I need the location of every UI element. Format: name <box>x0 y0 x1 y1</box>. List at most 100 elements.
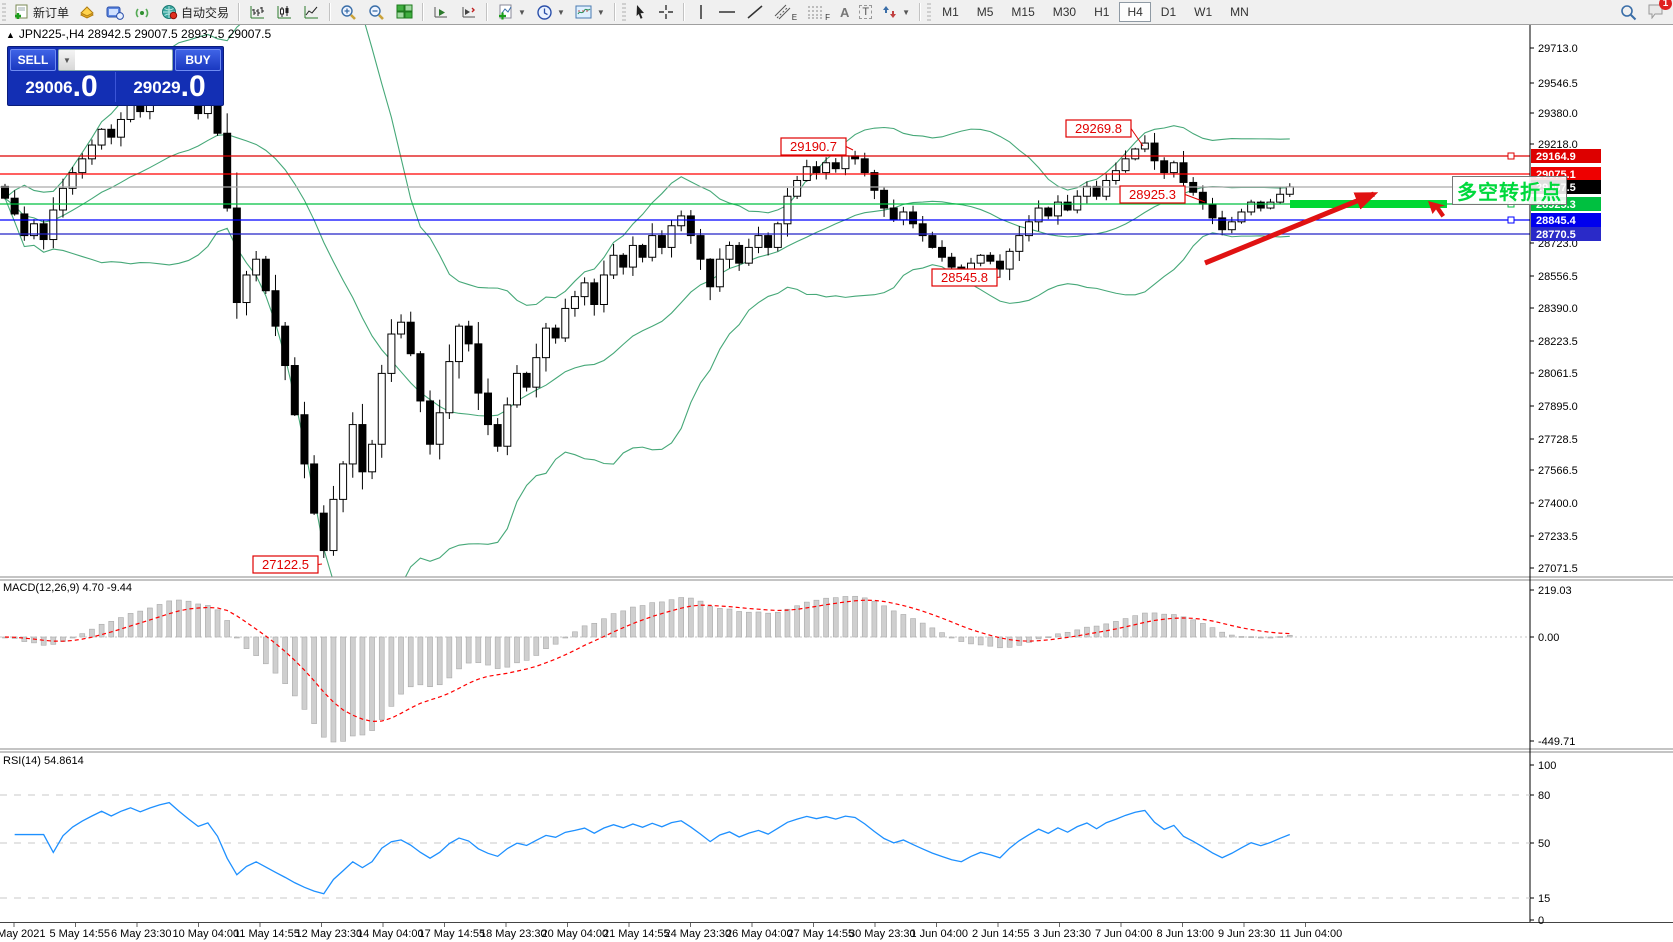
green-zone-bar[interactable] <box>1290 200 1447 208</box>
tile-windows-icon <box>396 4 413 20</box>
svg-text:28061.5: 28061.5 <box>1538 368 1578 380</box>
svg-text:15: 15 <box>1538 893 1550 905</box>
svg-text:18 May 23:30: 18 May 23:30 <box>480 928 547 940</box>
toolbar-grip <box>622 3 626 21</box>
svg-text:21 May 14:55: 21 May 14:55 <box>603 928 670 940</box>
cursor-tool-button[interactable] <box>628 0 653 24</box>
symbol-collapse-icon[interactable]: ▲ <box>6 30 15 40</box>
toolbar-separator <box>329 3 331 21</box>
svg-text:28845.4: 28845.4 <box>1536 215 1577 227</box>
text-tool-letter: A <box>840 5 849 20</box>
svg-text:100: 100 <box>1538 760 1556 772</box>
toolbar-right-icons: 1 <box>1620 3 1665 22</box>
timeframe-M1[interactable]: M1 <box>934 2 967 22</box>
arrows-tool-icon <box>882 4 898 20</box>
market-watch-icon <box>79 5 96 20</box>
bar-chart-button[interactable] <box>244 0 271 24</box>
buy-price[interactable]: 29029.0 <box>116 72 223 102</box>
svg-text:27895.0: 27895.0 <box>1538 401 1578 413</box>
svg-text:27 May 14:55: 27 May 14:55 <box>788 928 855 940</box>
chart-shift-button[interactable] <box>455 0 482 24</box>
periods-dropdown-arrow: ▼ <box>557 8 565 17</box>
templates-icon <box>575 4 593 20</box>
svg-text:4 May 2021: 4 May 2021 <box>0 928 45 940</box>
timeframe-M5[interactable]: M5 <box>969 2 1002 22</box>
auto-scroll-button[interactable] <box>428 0 455 24</box>
timeframe-MN[interactable]: MN <box>1222 2 1257 22</box>
svg-text:0: 0 <box>1538 915 1544 927</box>
market-watch-button[interactable] <box>74 0 101 24</box>
terminal-button[interactable] <box>101 0 129 24</box>
arrows-tool-button[interactable]: ▼ <box>877 0 915 24</box>
volume-stepper: ▼ ▲ <box>58 49 173 71</box>
timeframe-D1[interactable]: D1 <box>1153 2 1184 22</box>
tile-windows-button[interactable] <box>391 0 418 24</box>
sell-price[interactable]: 29006.0 <box>8 72 116 102</box>
svg-text:20 May 04:00: 20 May 04:00 <box>542 928 609 940</box>
main-toolbar: 新订单 <box>0 0 1673 25</box>
timeframe-H4[interactable]: H4 <box>1119 2 1150 22</box>
toolbar-grip <box>927 3 931 21</box>
line-chart-icon <box>303 4 320 20</box>
equidistant-channel-tool-button[interactable]: E <box>769 0 802 24</box>
svg-text:27566.5: 27566.5 <box>1538 465 1578 477</box>
toolbar-separator <box>238 3 240 21</box>
indicators-icon <box>497 4 514 21</box>
zoom-out-icon <box>368 4 386 21</box>
toolbar-separator <box>919 3 921 21</box>
time-axis[interactable]: 4 May 20215 May 14:556 May 23:3010 May 0… <box>0 923 1342 940</box>
horizontal-line-tool-button[interactable] <box>713 0 741 24</box>
search-icon[interactable] <box>1620 4 1637 21</box>
sell-button[interactable]: SELL <box>10 49 56 71</box>
indicators-button[interactable]: ▼ <box>492 0 531 24</box>
zoom-in-button[interactable] <box>335 0 363 24</box>
new-order-button[interactable]: 新订单 <box>8 0 74 24</box>
horizontal-line-icon <box>718 4 736 20</box>
svg-text:5 May 14:55: 5 May 14:55 <box>50 928 111 940</box>
timeframe-H1[interactable]: H1 <box>1086 2 1117 22</box>
text-label-letter: T <box>859 5 872 19</box>
symbol-info-bar: ▲JPN225-,H4 28942.5 29007.5 28937.5 2900… <box>6 27 271 41</box>
price-axis[interactable]: 29713.029546.529380.029218.028723.028556… <box>1530 43 1601 575</box>
periods-button[interactable]: ▼ <box>531 0 570 24</box>
terminal-icon <box>106 5 124 20</box>
vertical-line-tool-button[interactable] <box>689 0 713 24</box>
annotation-text-box[interactable]: 多空转折点 <box>1452 176 1567 205</box>
svg-text:28545.8: 28545.8 <box>941 270 988 285</box>
pane-separators[interactable] <box>0 24 1673 923</box>
timeframe-W1[interactable]: W1 <box>1186 2 1220 22</box>
notification-badge: 1 <box>1659 0 1672 10</box>
templates-dropdown-arrow: ▼ <box>597 8 605 17</box>
fibonacci-tool-button[interactable]: F <box>802 0 835 24</box>
buy-price-main: 29029 <box>133 75 180 101</box>
zoom-out-button[interactable] <box>363 0 391 24</box>
candlestick-chart-button[interactable] <box>271 0 298 24</box>
fibonacci-icon <box>807 4 825 20</box>
periods-clock-icon <box>536 4 553 21</box>
timeframe-M30[interactable]: M30 <box>1045 2 1084 22</box>
buy-button[interactable]: BUY <box>175 49 221 71</box>
svg-text:30 May 23:30: 30 May 23:30 <box>849 928 916 940</box>
signals-icon <box>134 5 151 20</box>
volume-input[interactable] <box>75 50 173 70</box>
rsi-axis[interactable]: 1008050150 <box>1530 760 1556 927</box>
text-label-tool-button[interactable]: T <box>854 0 877 24</box>
timeframe-toolbar: M1M5M15M30H1H4D1W1MN <box>933 2 1258 22</box>
volume-decrease-button[interactable]: ▼ <box>59 50 75 70</box>
signals-button[interactable] <box>129 0 156 24</box>
svg-text:29164.9: 29164.9 <box>1536 151 1576 163</box>
svg-text:29713.0: 29713.0 <box>1538 43 1578 55</box>
crosshair-tool-button[interactable] <box>653 0 679 24</box>
macd-pane <box>0 596 1530 742</box>
templates-button[interactable]: ▼ <box>570 0 610 24</box>
svg-text:29546.5: 29546.5 <box>1538 78 1578 90</box>
autotrading-button[interactable]: 自动交易 <box>156 0 234 24</box>
svg-text:219.03: 219.03 <box>1538 585 1572 597</box>
notifications-button[interactable]: 1 <box>1647 3 1665 22</box>
line-chart-button[interactable] <box>298 0 325 24</box>
macd-axis[interactable]: 219.030.00-449.71 <box>1530 585 1575 748</box>
timeframe-M15[interactable]: M15 <box>1003 2 1042 22</box>
chart-canvas[interactable]: 29190.729269.828925.328545.827122.529713… <box>0 0 1673 942</box>
trendline-tool-button[interactable] <box>741 0 769 24</box>
text-tool-button[interactable]: A <box>835 0 854 24</box>
